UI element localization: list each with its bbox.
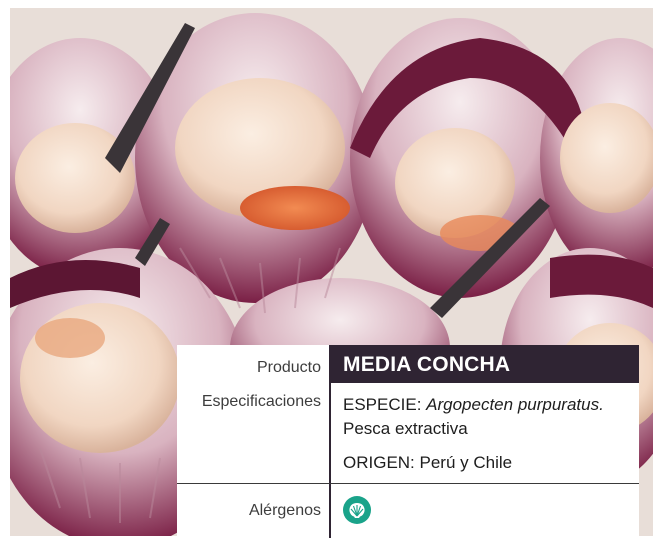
- spec-table: Producto MEDIA CONCHA Especificaciones E…: [177, 345, 639, 538]
- allergens-row: Alérgenos: [177, 484, 639, 538]
- specifications-value: ESPECIE: Argopecten purpuratus. Pesca ex…: [329, 383, 639, 483]
- product-label: Producto: [256, 359, 321, 376]
- product-name: MEDIA CONCHA: [329, 345, 639, 383]
- species-name: Argopecten purpuratus.: [426, 395, 604, 414]
- origin-line: ORIGEN: Perú y Chile: [343, 453, 513, 472]
- allergens-label: Alérgenos: [248, 502, 321, 519]
- specifications-row: Especificaciones ESPECIE: Argopecten pur…: [177, 383, 639, 484]
- allergens-value: [329, 484, 639, 538]
- shellfish-allergen-icon: [343, 496, 371, 524]
- species-prefix: ESPECIE:: [343, 395, 427, 414]
- species-line: ESPECIE: Argopecten purpuratus.: [343, 393, 639, 417]
- specifications-label: Especificaciones: [201, 393, 321, 410]
- product-card: Producto MEDIA CONCHA Especificaciones E…: [0, 0, 659, 547]
- fishing-method: Pesca extractiva: [343, 419, 468, 438]
- product-row: Producto MEDIA CONCHA: [177, 345, 639, 383]
